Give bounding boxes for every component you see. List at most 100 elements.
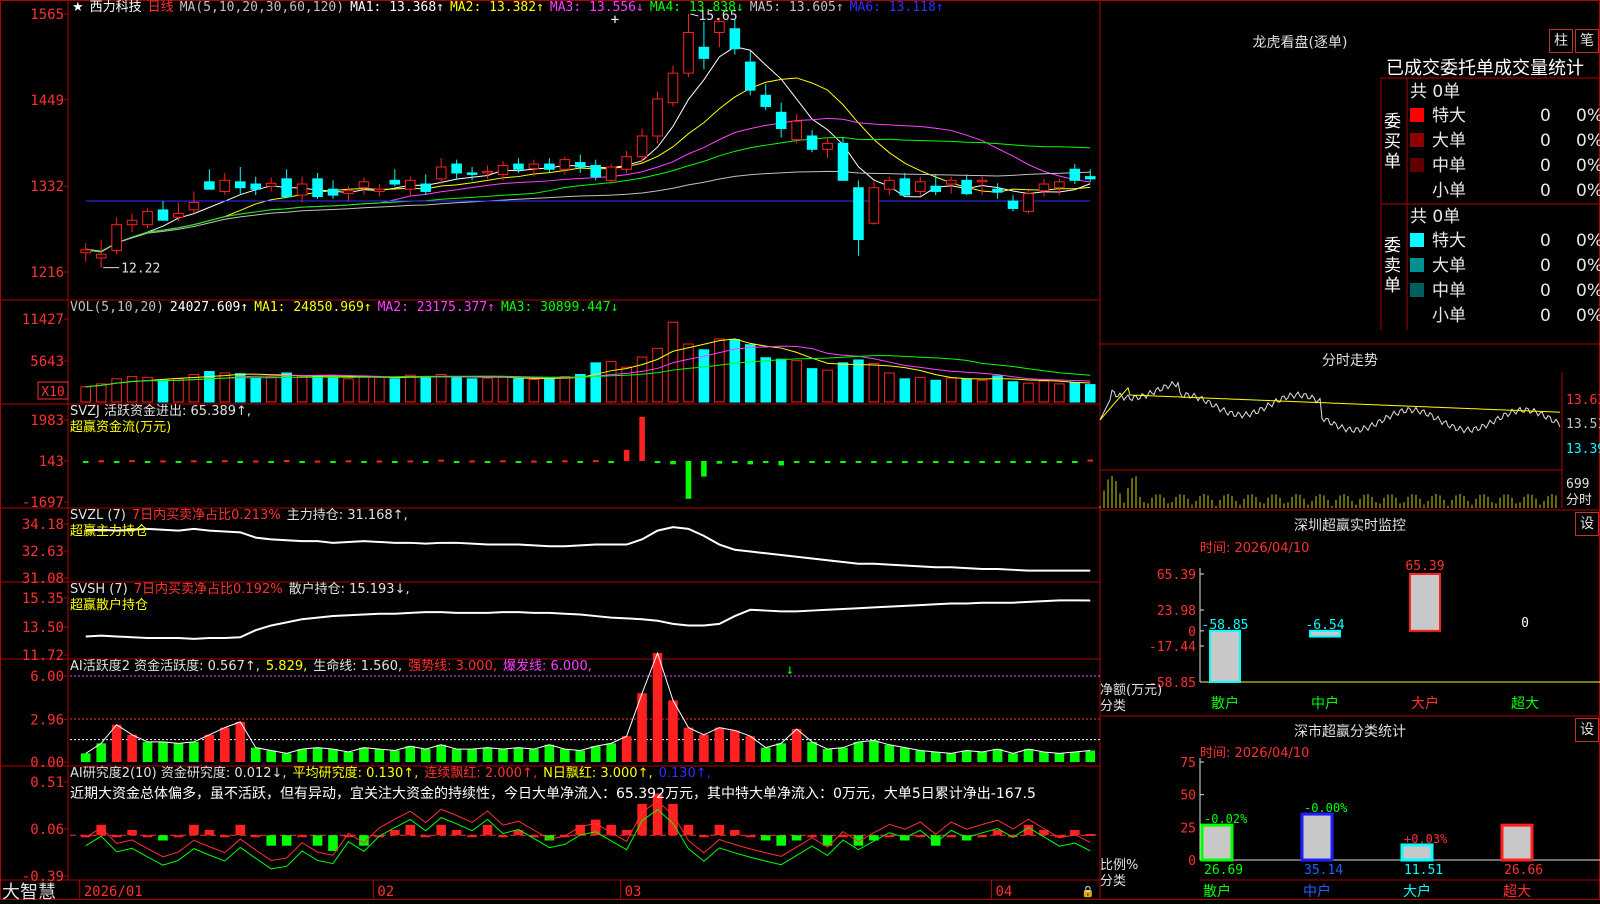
candle (173, 213, 184, 218)
research-bar (946, 835, 956, 838)
volume-bar (497, 376, 509, 403)
ss-bar (1400, 843, 1434, 862)
svsh-ytick: 13.50 (22, 620, 64, 636)
candle (234, 181, 246, 189)
flow-bar (979, 461, 985, 463)
color-swatch (1410, 308, 1424, 322)
order-pct: 0% (1576, 106, 1600, 126)
main-header: ★ 西力科技 日线 MA(5,10,20,30,60,120) MA1: 13.368↑… (72, 0, 956, 16)
stock-name[interactable]: 西力科技 (90, 0, 142, 15)
activity-bar (142, 741, 153, 762)
candle (868, 187, 880, 224)
candle (667, 72, 679, 104)
flow-bar (330, 461, 336, 463)
svsh-ytick: 15.35 (22, 591, 64, 607)
bar-mode-button[interactable]: 柱 (1549, 29, 1573, 53)
period-label[interactable]: 日线 (148, 0, 174, 15)
order-row-0: 特大 0 0% (1410, 104, 1600, 128)
research-bar (297, 835, 307, 838)
flow-bar (917, 461, 924, 463)
ma6-value: MA6: 13.118↑ (849, 0, 944, 15)
order-row-2: 中单 0 0% (1410, 154, 1600, 178)
candle (435, 166, 447, 180)
kline-chart-area[interactable]: 156514491332121615.6512.22+114275643X101… (0, 0, 1600, 900)
candle (1084, 176, 1096, 180)
volume-bar (652, 347, 663, 403)
ss-bar (1500, 823, 1534, 862)
activity-bar (714, 727, 725, 762)
candle (451, 163, 462, 174)
volume-bar (327, 376, 339, 403)
candle (1069, 168, 1081, 181)
svsh-title: SVSH (7) (70, 582, 128, 597)
volume-bar (1007, 381, 1019, 403)
order-pct: 0% (1576, 256, 1600, 276)
research-bar (807, 835, 817, 838)
low-label: 12.22 (121, 262, 160, 277)
volume-bar (312, 375, 323, 403)
activity-bar (111, 724, 122, 762)
volume-bar (899, 378, 911, 403)
research-bar (204, 830, 215, 836)
flow-bar (113, 461, 120, 463)
volume-bar (466, 378, 478, 403)
ss-bar (1300, 812, 1334, 862)
tick-mode-button[interactable]: 笔 (1575, 29, 1599, 53)
vol-value: 24027.609↑ (169, 300, 249, 315)
research-bar (791, 835, 802, 841)
ss-bar-label: 26.66 (1504, 863, 1543, 878)
volume-bar (559, 376, 571, 403)
activity-bar (838, 747, 848, 762)
flow-bar (809, 461, 815, 463)
candle (930, 185, 942, 192)
ai3-comment: 近期大资金总体偏多，虽不活跃，但有异动，宜关注大资金的持续性，今日大单净流入：6… (70, 786, 1036, 802)
ss-ytick: 75 (1180, 756, 1196, 771)
ss-cat-label: 中户 (1303, 883, 1331, 900)
svzl-ytick: 31.08 (22, 571, 64, 587)
vol-header: VOL(5,10,20) 24027.609↑ MA1: 24850.969↑ MA2… (70, 300, 630, 316)
flow-bar (824, 461, 831, 463)
activity-bar (730, 730, 740, 762)
volume-bar (1038, 380, 1050, 403)
sz-settings-button[interactable]: 设 (1575, 512, 1599, 536)
candle (636, 135, 648, 158)
volume-bar (451, 376, 462, 403)
volume-bar (992, 375, 1003, 403)
order-pct: 0% (1576, 131, 1600, 151)
flow-bar (345, 460, 352, 463)
order-count: 0 (1540, 106, 1551, 126)
research-bar (683, 824, 694, 836)
ai3-extra: 0.130↑, (658, 766, 711, 781)
order-row-3: 小单 0 0% (1410, 304, 1600, 328)
flow-bar (562, 460, 568, 463)
ai3-header: AI研究度2(10) 资金研究度: 0.012↓, 平均研究度: 0.130↑, 连… (70, 766, 1036, 802)
activity-bar (1023, 749, 1034, 762)
candle (605, 166, 617, 181)
main-ytick: 1332 (30, 179, 64, 195)
flow-bar (963, 461, 970, 463)
flow-bar (237, 461, 244, 463)
volume-bar (374, 376, 385, 403)
svzl-ratio: 7日内买卖净占比0.213% (131, 508, 281, 523)
candle (590, 165, 602, 178)
flow-bar (701, 461, 707, 477)
volume-bar (544, 377, 555, 403)
activity-bar (204, 734, 215, 762)
flow-bar (902, 461, 908, 463)
research-bar (699, 835, 709, 838)
ss-stat-title: 深市超赢分类统计 (1294, 724, 1406, 740)
activity-bar (760, 747, 771, 762)
candle (281, 178, 292, 198)
flow-bar (484, 461, 491, 463)
activity-bar (575, 750, 586, 762)
ss-delta: +0.03% (1404, 832, 1448, 846)
research-bar (730, 830, 740, 836)
research-bar (127, 830, 137, 836)
volume-bar (95, 383, 107, 403)
fst-vol-max: 699 (1566, 477, 1589, 492)
ss-settings-button[interactable]: 设 (1575, 718, 1599, 742)
sz-time: 时间: 2026/04/10 (1200, 541, 1310, 556)
volume-bar (945, 377, 957, 403)
flow-bar (438, 459, 444, 462)
volume-bar (868, 363, 880, 403)
